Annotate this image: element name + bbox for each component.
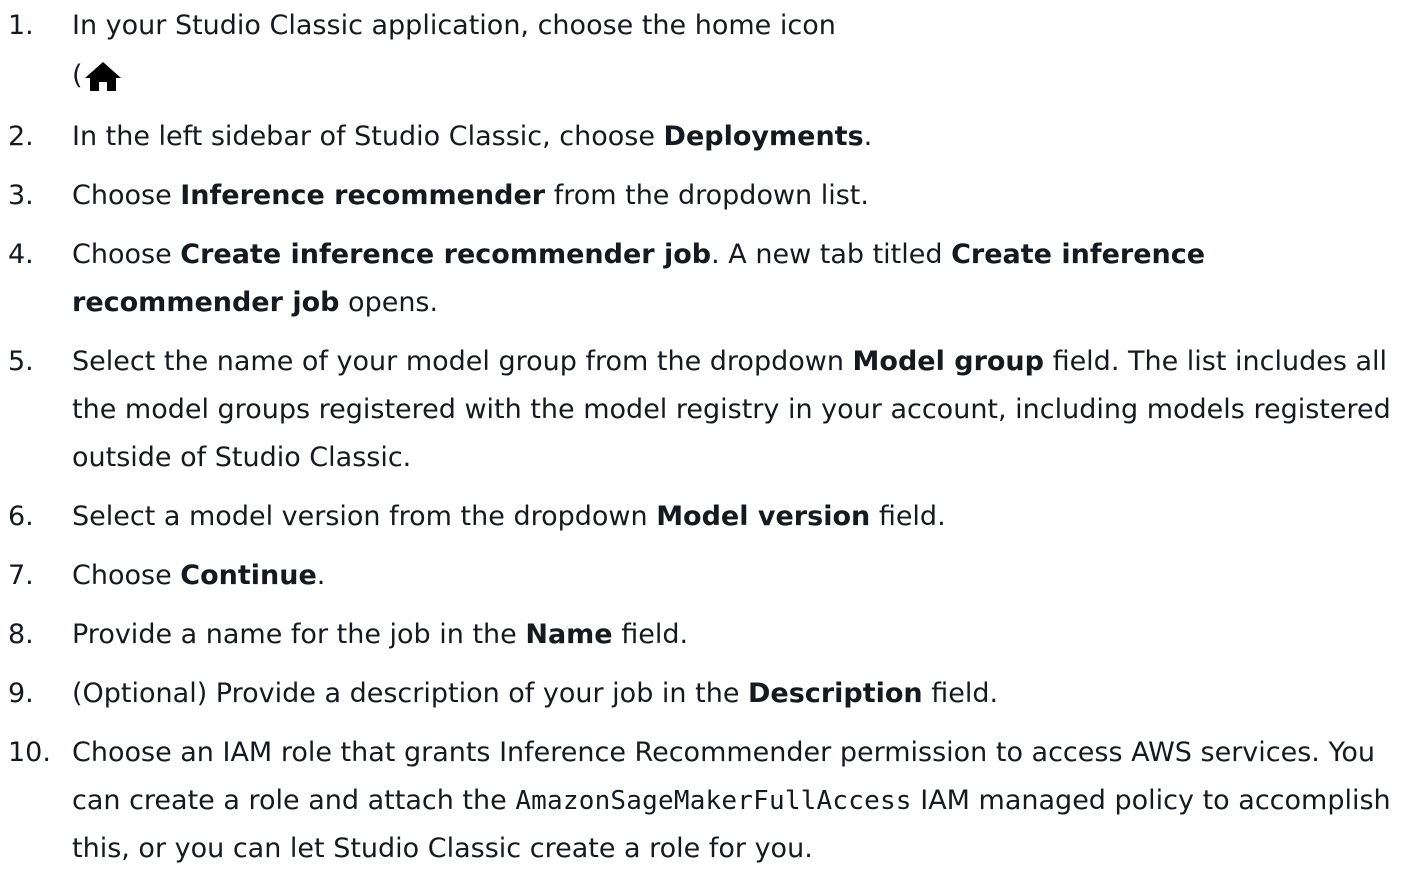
step-text: Select a model version from the dropdown…: [72, 493, 1408, 541]
step-text-segment: opens.: [339, 287, 439, 318]
step-text: Provide a name for the job in the Name f…: [72, 611, 1408, 659]
step-text: Choose Inference recommender from the dr…: [72, 172, 1408, 220]
step-text-segment: Provide a name for the job in the: [72, 619, 526, 650]
ui-term-bold: Model group: [852, 346, 1044, 377]
ui-term-bold: Inference recommender: [180, 180, 546, 211]
step-text-segment: field.: [870, 501, 946, 532]
ui-term-bold: Model version: [656, 501, 871, 532]
step-text-segment: Choose: [72, 239, 181, 270]
step-item: 1. In your Studio Classic application, ch…: [0, 2, 1408, 102]
step-text-segment: In the left sidebar of Studio Classic, c…: [72, 121, 664, 152]
step-item: 3. Choose Inference recommender from the …: [0, 172, 1408, 220]
step-text: (Optional) Provide a description of your…: [72, 670, 1408, 718]
step-item: 6. Select a model version from the dropdo…: [0, 493, 1408, 541]
ui-term-bold: Description: [748, 678, 923, 709]
step-item: 2. In the left sidebar of Studio Classic,…: [0, 113, 1408, 161]
ui-term-bold: Name: [525, 619, 613, 650]
step-text: Choose Create inference recommender job.…: [72, 231, 1408, 327]
step-text: Choose Continue.: [72, 552, 1408, 600]
step-text-segment: (Optional) Provide a description of your…: [72, 678, 749, 709]
step-number: 8.: [8, 619, 34, 650]
step-number: 2.: [8, 121, 34, 152]
step-text: In your Studio Classic application, choo…: [72, 2, 1408, 102]
home-icon: [83, 60, 123, 92]
step-text-segment: from the dropdown list.: [545, 180, 869, 211]
step-text: Choose an IAM role that grants Inference…: [72, 729, 1408, 873]
step-number: 1.: [8, 10, 34, 41]
step-text-segment: In your Studio Classic application, choo…: [72, 10, 836, 41]
step-item: 8. Provide a name for the job in the Name…: [0, 611, 1408, 659]
step-text-segment: Select the name of your model group from…: [72, 346, 853, 377]
step-text-segment: . A new tab titled: [711, 239, 952, 270]
step-item: 10. Choose an IAM role that grants Infere…: [0, 729, 1408, 873]
ui-term-bold: Create inference recommender job: [180, 239, 712, 270]
instruction-steps-list: 1. In your Studio Classic application, ch…: [0, 2, 1408, 873]
code-term: AmazonSageMakerFullAccess: [515, 786, 912, 816]
step-number: 4.: [8, 239, 34, 270]
paren-prefix: (: [72, 60, 83, 91]
step-number: 5.: [8, 346, 34, 377]
ui-term-bold: Continue: [180, 560, 317, 591]
step-item: 7. Choose Continue.: [0, 552, 1408, 600]
step-text: In the left sidebar of Studio Classic, c…: [72, 113, 1408, 161]
step-text-segment: field.: [922, 678, 999, 709]
step-item: 9. (Optional) Provide a description of yo…: [0, 670, 1408, 718]
step-item: 4. Choose Create inference recommender jo…: [0, 231, 1408, 327]
step-text: Select the name of your model group from…: [72, 338, 1408, 482]
step-text-segment: .: [316, 560, 326, 591]
step-text-segment: Choose: [72, 180, 181, 211]
step-number: 6.: [8, 501, 34, 532]
home-icon-reference: (: [72, 50, 1400, 102]
ui-term-bold: Deployments: [663, 121, 864, 152]
step-text-segment: .: [863, 121, 873, 152]
step-number: 9.: [8, 678, 34, 709]
step-text-segment: Choose: [72, 560, 181, 591]
step-number: 7.: [8, 560, 34, 591]
step-number: 10.: [8, 737, 51, 768]
step-text-segment: Select a model version from the dropdown: [72, 501, 657, 532]
step-text-segment: field.: [612, 619, 689, 650]
step-number: 3.: [8, 180, 34, 211]
step-item: 5. Select the name of your model group fr…: [0, 338, 1408, 482]
